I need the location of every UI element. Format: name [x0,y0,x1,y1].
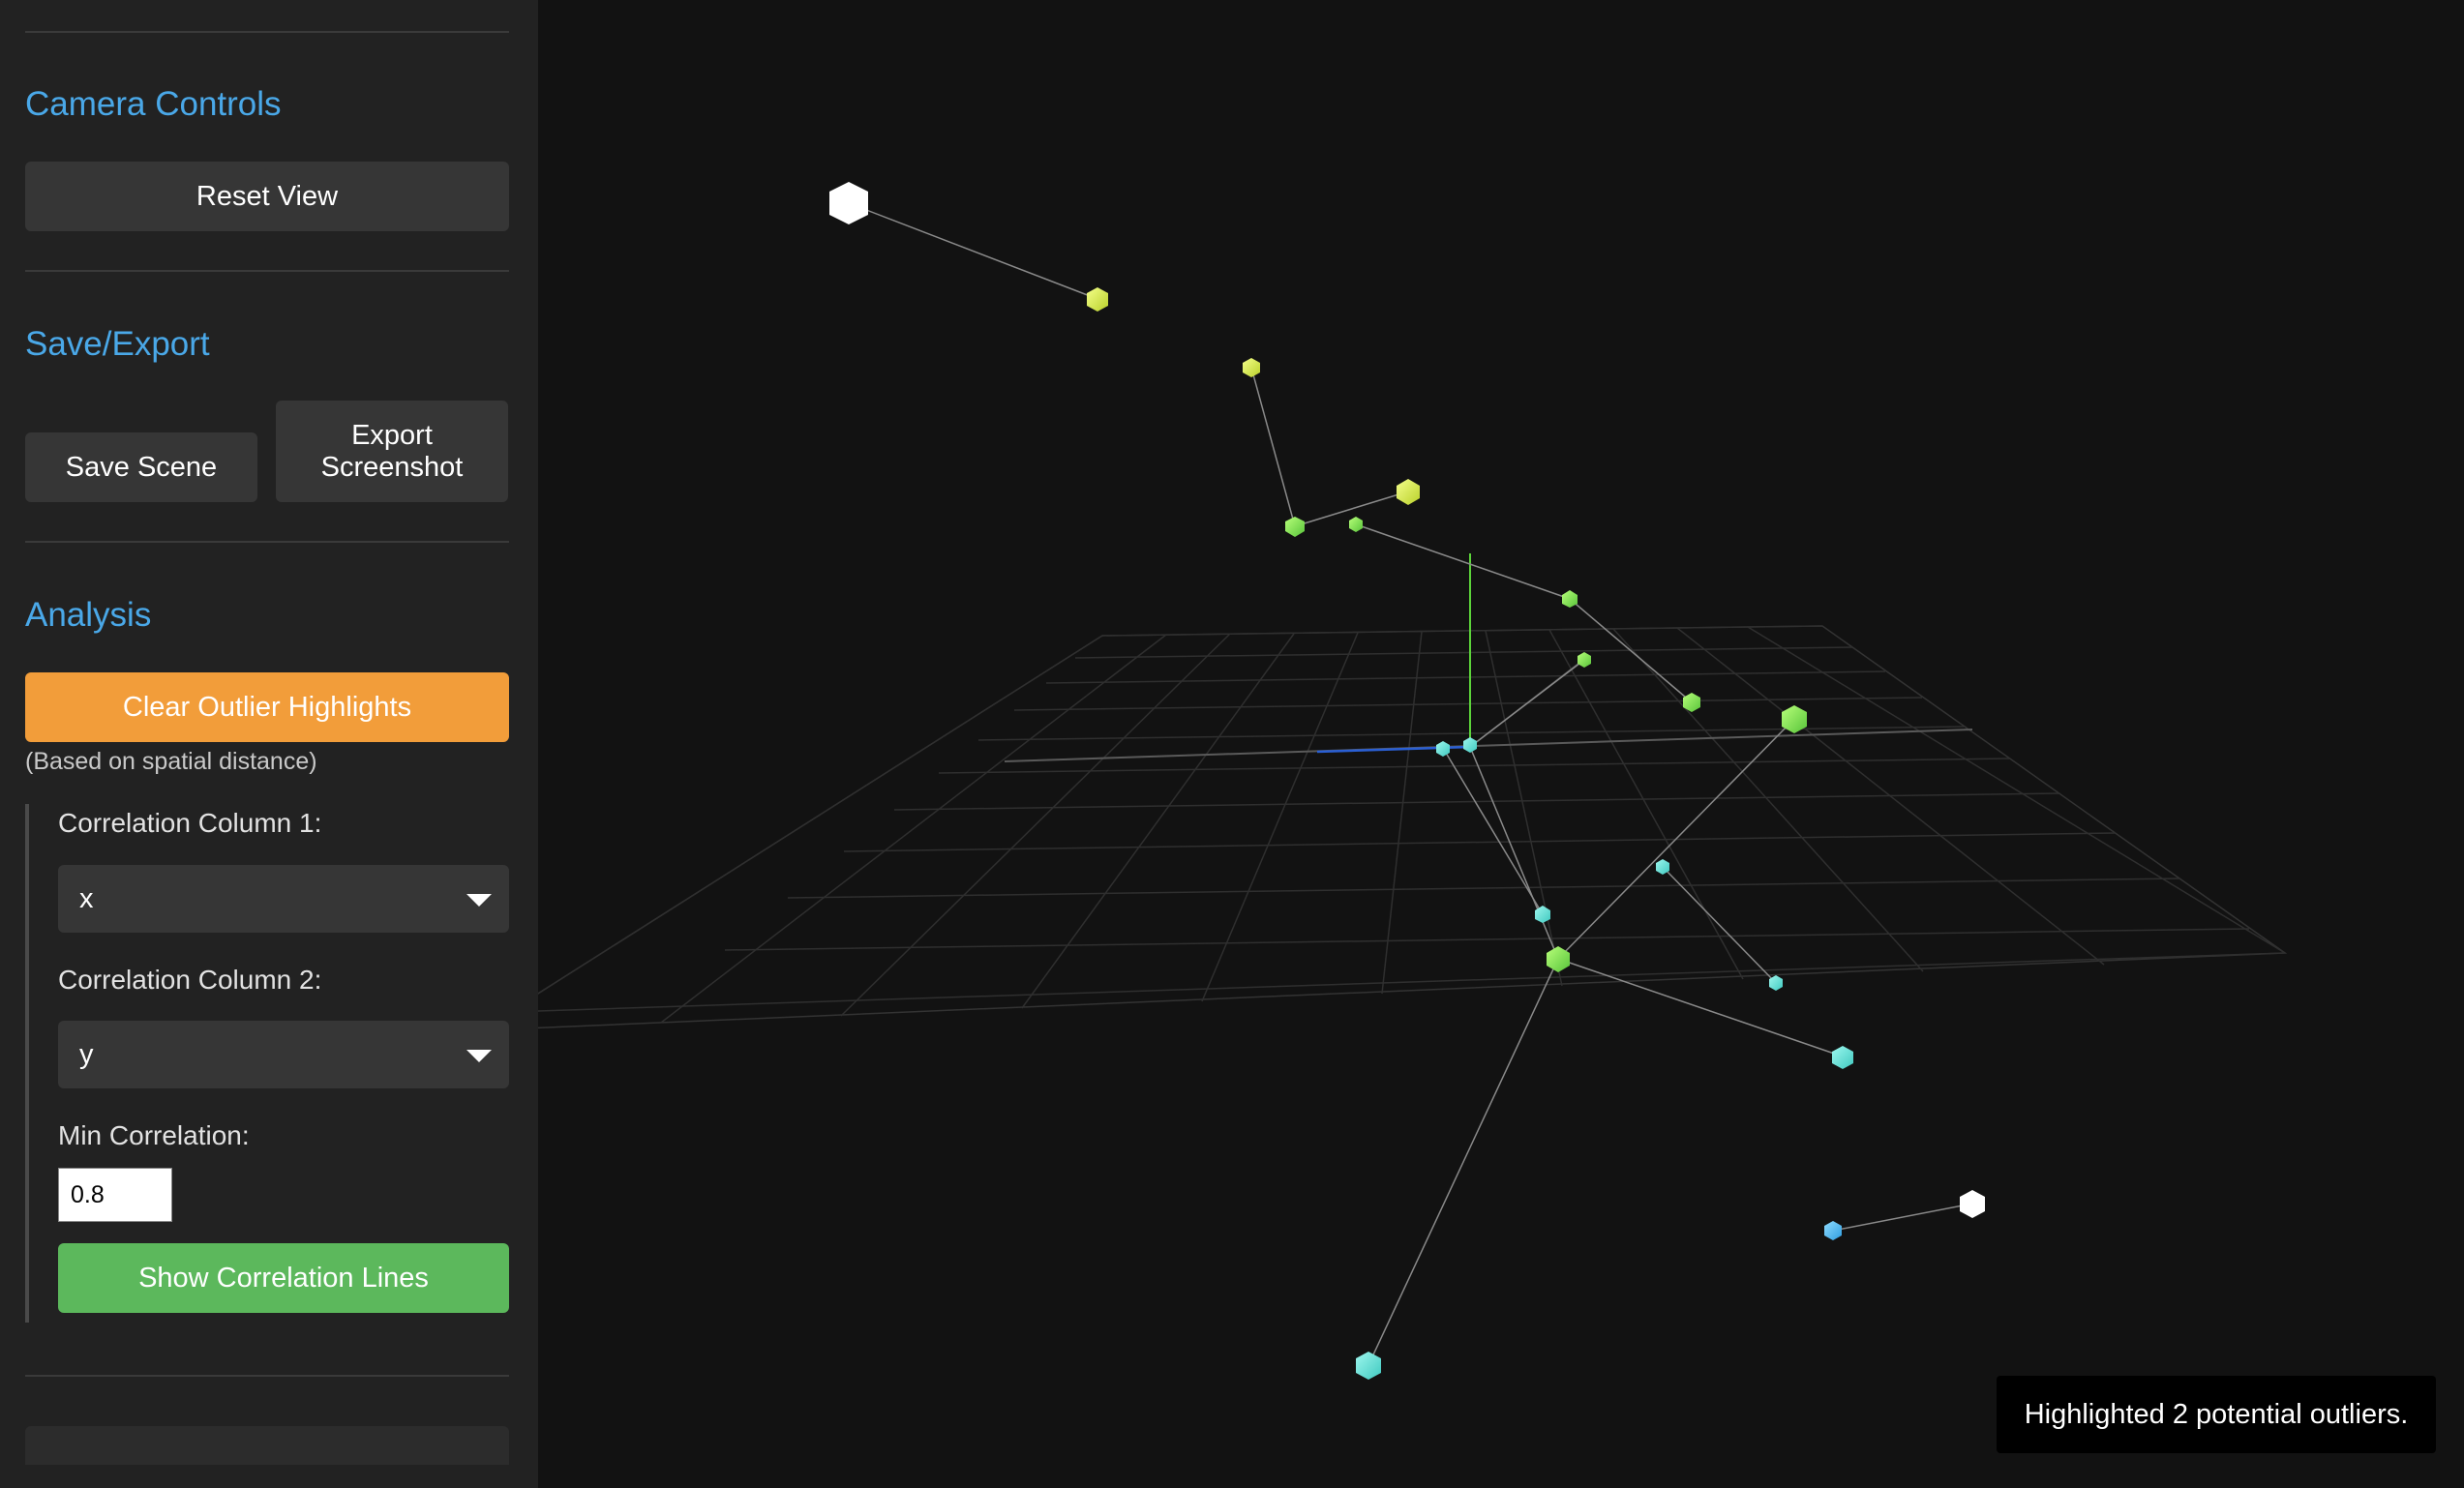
corr-col2-value: y [79,1038,94,1070]
collapsed-panel[interactable] [25,1426,509,1465]
analysis-title: Analysis [25,596,152,634]
sidebar: Camera Controls Reset View Save/Export S… [0,0,538,1488]
correlation-group-bar [25,804,29,1323]
data-point[interactable] [1356,1352,1381,1380]
data-point[interactable] [1087,287,1108,312]
divider [25,270,509,272]
save-export-title: Save/Export [25,325,210,363]
data-point[interactable] [1578,652,1591,668]
data-points[interactable] [829,182,1985,1380]
corr-col2-label: Correlation Column 2: [58,965,322,995]
chevron-down-icon [466,1050,492,1062]
data-point[interactable] [1832,1046,1853,1069]
outlier-point[interactable] [1960,1190,1985,1218]
camera-controls-title: Camera Controls [25,85,282,123]
save-scene-button[interactable]: Save Scene [25,432,257,502]
corr-col1-value: x [79,882,94,914]
scene-canvas[interactable] [538,0,2464,1488]
connection-lines [848,202,1973,1366]
chevron-down-icon [466,894,492,907]
outlier-hint: (Based on spatial distance) [25,748,317,775]
data-point[interactable] [1285,517,1305,537]
3d-viewport[interactable] [538,0,2464,1488]
min-corr-input[interactable]: 0.8 [58,1168,172,1222]
divider [25,31,509,33]
divider [25,1375,509,1377]
data-point[interactable] [1463,737,1477,753]
min-corr-label: Min Correlation: [58,1120,250,1150]
show-correlation-lines-button[interactable]: Show Correlation Lines [58,1243,509,1313]
floor-grid [538,625,2288,1029]
data-point[interactable] [1243,358,1260,377]
clear-outlier-highlights-button[interactable]: Clear Outlier Highlights [25,672,509,742]
data-point[interactable] [1349,517,1363,532]
data-point[interactable] [1562,590,1578,608]
data-point[interactable] [1397,479,1420,505]
divider [25,541,509,543]
export-screenshot-button[interactable]: Export Screenshot [276,401,508,502]
corr-col1-select[interactable]: x [58,865,509,933]
status-toast: Highlighted 2 potential outliers. [1997,1376,2436,1453]
data-point[interactable] [1436,741,1450,757]
reset-view-button[interactable]: Reset View [25,162,509,231]
corr-col2-select[interactable]: y [58,1021,509,1088]
outlier-point[interactable] [829,182,868,224]
data-point[interactable] [1824,1221,1842,1240]
corr-col1-label: Correlation Column 1: [58,808,322,838]
